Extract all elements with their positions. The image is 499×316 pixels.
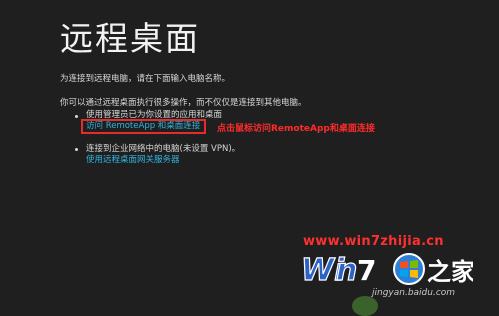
- page-title: 远程桌面: [60, 19, 200, 58]
- watermark-url: www.win7zhijia.cn: [303, 234, 444, 249]
- logo-letter-n: n: [336, 253, 357, 288]
- windows-flag-icon: [393, 253, 425, 285]
- annotation-text: 点击鼠标访问RemoteApp和桌面连接: [217, 124, 375, 134]
- bullet-dot: [75, 148, 78, 151]
- highlight-box: [81, 119, 206, 134]
- watermark-logo: Wi n 7 之家: [300, 252, 473, 288]
- intro-text: 为连接到远程电脑，请在下面输入电脑名称。: [60, 74, 231, 84]
- logo-digit-7: 7: [357, 254, 376, 287]
- logo-suffix: 之家: [427, 258, 473, 286]
- gateway-link[interactable]: 使用远程桌面网关服务器: [86, 155, 180, 166]
- bullet-dot: [75, 115, 78, 118]
- corner-glow: [352, 296, 378, 316]
- more-options-text: 你可以通过远程桌面执行很多操作，而不仅仅是连接到其他电脑。: [60, 98, 307, 108]
- watermark-site: jingyan.baidu.com: [372, 288, 456, 298]
- vpn-item-text: 连接到企业网络中的电脑(未设置 VPN)。: [86, 144, 241, 154]
